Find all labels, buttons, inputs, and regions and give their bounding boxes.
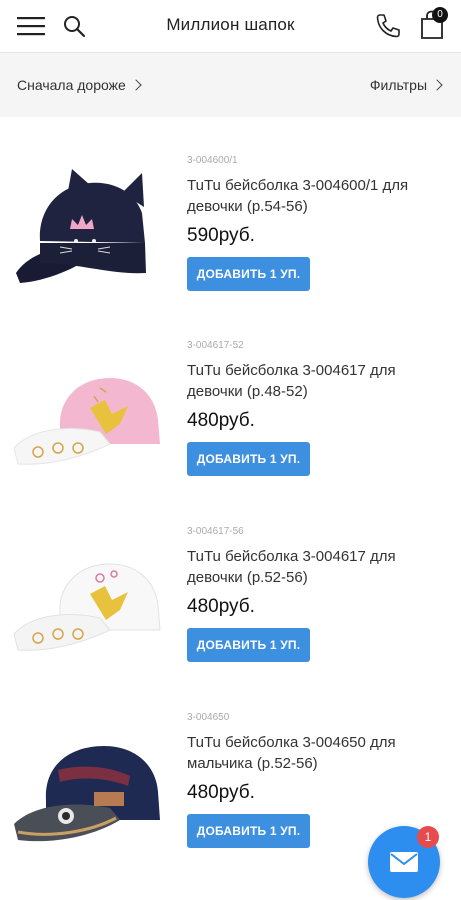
- product-image[interactable]: [10, 348, 170, 488]
- product-name[interactable]: TuTu бейсболка 3-004617 для девочки (р.5…: [187, 546, 437, 588]
- mail-icon: [390, 852, 418, 872]
- product-price: 480руб.: [187, 782, 255, 803]
- chevron-right-icon: [431, 79, 443, 91]
- cart-count-badge: 0: [432, 7, 448, 23]
- chevron-right-icon: [130, 79, 142, 91]
- sort-button[interactable]: Сначала дороже: [17, 77, 142, 93]
- filters-button[interactable]: Фильтры: [369, 77, 443, 93]
- product-name[interactable]: TuTu бейсболка 3-004600/1 для девочки (р…: [187, 175, 437, 217]
- filters-label: Фильтры: [369, 77, 427, 93]
- add-to-cart-button[interactable]: ДОБАВИТЬ 1 УП.: [187, 257, 310, 291]
- product-sku: 3-004600/1: [187, 155, 238, 166]
- product-sku: 3-004650: [187, 712, 230, 723]
- chat-unread-badge: 1: [417, 826, 439, 848]
- product-name[interactable]: TuTu бейсболка 3-004617 для девочки (р.4…: [187, 360, 437, 402]
- add-to-cart-button[interactable]: ДОБАВИТЬ 1 УП.: [187, 442, 310, 476]
- product-price: 480руб.: [187, 410, 255, 431]
- sort-filter-bar: Сначала дороже Фильтры: [0, 53, 461, 117]
- app-header: Миллион шапок 0: [0, 0, 461, 53]
- product-price: 480руб.: [187, 596, 255, 617]
- product-image[interactable]: [10, 720, 170, 860]
- product-sku: 3-004617-56: [187, 526, 244, 537]
- sort-label: Сначала дороже: [17, 77, 126, 93]
- product-card[interactable]: 3-004617-52 TuTu бейсболка 3-004617 для …: [0, 340, 461, 525]
- product-card[interactable]: 3-004617-56 TuTu бейсболка 3-004617 для …: [0, 526, 461, 711]
- add-to-cart-button[interactable]: ДОБАВИТЬ 1 УП.: [187, 814, 310, 848]
- product-card[interactable]: 3-004600/1 TuTu бейсболка 3-004600/1 для…: [0, 155, 461, 340]
- product-name[interactable]: TuTu бейсболка 3-004650 для мальчика (р.…: [187, 732, 437, 774]
- product-price: 590руб.: [187, 225, 255, 246]
- add-to-cart-button[interactable]: ДОБАВИТЬ 1 УП.: [187, 628, 310, 662]
- product-image[interactable]: [10, 163, 170, 303]
- product-sku: 3-004617-52: [187, 340, 244, 351]
- product-image[interactable]: [10, 534, 170, 674]
- phone-icon[interactable]: [374, 12, 402, 40]
